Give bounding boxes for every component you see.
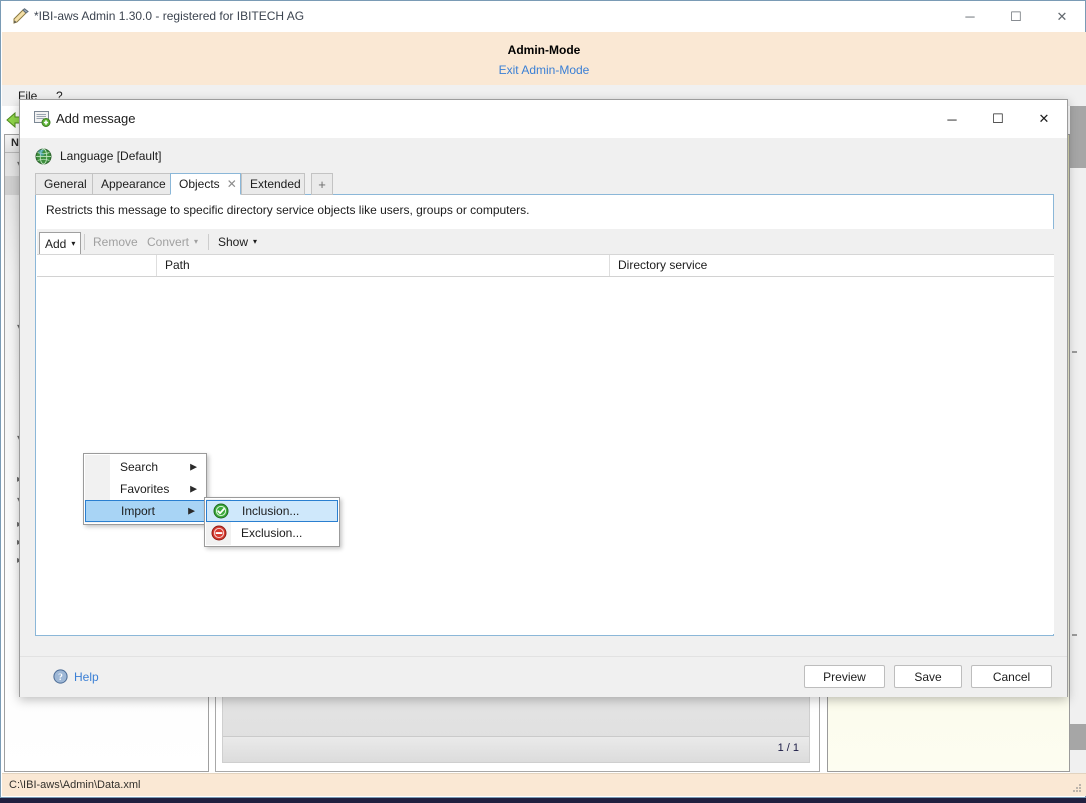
minus-circle-red-icon	[211, 525, 227, 541]
menu-item-label: Import	[121, 504, 156, 518]
convert-button-label: Convert	[147, 235, 190, 249]
scrollbar-thumb[interactable]	[1070, 106, 1086, 168]
statusbar: C:\IBI-aws\Admin\Data.xml	[2, 773, 1086, 796]
page-count-label: 1 / 1	[777, 742, 799, 754]
help-label: Help	[74, 669, 99, 684]
chevron-right-icon: ▶	[190, 461, 197, 472]
objects-list-header: Path Directory service	[37, 255, 1054, 277]
dialog-maximize-button[interactable]: ☐	[975, 100, 1021, 138]
dialog-minimize-button[interactable]: ─	[929, 100, 975, 138]
help-circle-icon: ?	[53, 669, 68, 684]
column-header-path[interactable]: Path	[157, 255, 610, 276]
dialog-tabstrip: General Appearance Objects ✕ Extended +	[35, 173, 1054, 195]
help-link[interactable]: ? Help	[53, 669, 99, 684]
chevron-right-icon: ▶	[188, 505, 195, 516]
scrollbar-tick	[1072, 351, 1077, 353]
preview-button[interactable]: Preview	[804, 665, 885, 688]
add-button[interactable]: Add ▾	[39, 232, 82, 254]
dialog-close-button[interactable]: ✕	[1021, 100, 1067, 138]
scrollbar-tick	[1072, 634, 1077, 636]
statusbar-path: C:\IBI-aws\Admin\Data.xml	[9, 779, 141, 791]
dialog-titlebar: Add message ─ ☐ ✕	[20, 100, 1067, 138]
application-root: *IBI-aws Admin 1.30.0 - registered for I…	[0, 0, 1086, 803]
column-header-icon[interactable]	[37, 255, 157, 276]
add-dropdown-menu: Search ▶ Favorites ▶ Import ▶	[83, 453, 207, 525]
chevron-right-icon: ▶	[190, 483, 197, 494]
menu-item-import[interactable]: Import ▶	[85, 500, 205, 522]
dialog-window-controls: ─ ☐ ✕	[929, 100, 1067, 138]
add-message-dialog: Add message ─ ☐ ✕ Language [Default] Gen…	[19, 99, 1068, 697]
menu-item-favorites[interactable]: Favorites ▶	[84, 478, 206, 500]
language-row[interactable]: Language [Default]	[35, 145, 161, 167]
tab-add-button[interactable]: +	[311, 173, 333, 195]
tab-label: +	[318, 176, 326, 192]
globe-icon	[35, 148, 52, 164]
show-button[interactable]: Show ▾	[213, 232, 262, 252]
save-button[interactable]: Save	[894, 665, 962, 688]
main-titlebar: *IBI-aws Admin 1.30.0 - registered for I…	[1, 1, 1085, 32]
exit-admin-mode-link[interactable]: Exit Admin-Mode	[2, 63, 1086, 77]
svg-text:?: ?	[58, 673, 63, 683]
resize-grip-icon[interactable]	[1070, 781, 1082, 793]
menu-item-label: Inclusion...	[242, 504, 300, 518]
objects-tab-panel: Restricts this message to specific direc…	[35, 195, 1054, 636]
tab-objects[interactable]: Objects ✕	[170, 173, 241, 195]
tab-label: Appearance	[101, 177, 166, 191]
admin-mode-title: Admin-Mode	[507, 43, 581, 57]
toolbar-separator	[84, 234, 85, 250]
main-minimize-button[interactable]: ─	[947, 1, 993, 32]
check-circle-green-icon	[213, 503, 229, 519]
menu-item-label: Search	[120, 460, 159, 474]
background-preview-footer: 1 / 1	[223, 736, 809, 762]
remove-button[interactable]: Remove	[88, 232, 143, 252]
objects-toolbar: Add ▾ Remove Convert ▾ Show ▾	[37, 229, 1054, 255]
chevron-down-icon: ▾	[253, 237, 258, 246]
add-button-label: Add	[45, 236, 67, 251]
chevron-down-icon: ▾	[194, 237, 199, 246]
show-button-label: Show	[218, 235, 249, 249]
main-close-button[interactable]: ✕	[1039, 1, 1085, 32]
admin-mode-banner: Admin-Mode Exit Admin-Mode	[2, 32, 1086, 85]
import-submenu: Inclusion... Exclusion...	[204, 497, 340, 547]
language-label: Language [Default]	[60, 149, 162, 163]
menu-item-label: Exclusion...	[241, 526, 303, 540]
tab-label: General	[44, 177, 87, 191]
dialog-body: Language [Default] General Appearance Ob…	[20, 138, 1067, 697]
panel-description: Restricts this message to specific direc…	[46, 203, 530, 217]
scrollbar-thumb-lower[interactable]	[1070, 724, 1086, 750]
dialog-footer-divider	[20, 656, 1067, 657]
tab-label: Objects	[179, 177, 220, 191]
menu-item-inclusion[interactable]: Inclusion...	[206, 500, 338, 522]
background-vertical-scrollbar[interactable]	[1070, 106, 1086, 776]
message-add-icon	[34, 111, 51, 127]
chevron-down-icon: ▾	[71, 238, 76, 248]
main-window-title: *IBI-aws Admin 1.30.0 - registered for I…	[34, 9, 305, 23]
tab-general[interactable]: General	[35, 173, 93, 195]
dialog-title: Add message	[56, 111, 136, 126]
toolbar-separator	[208, 234, 209, 250]
menu-item-search[interactable]: Search ▶	[84, 456, 206, 478]
remove-button-label: Remove	[93, 235, 138, 249]
tab-extended[interactable]: Extended	[241, 173, 305, 195]
convert-button[interactable]: Convert ▾	[142, 232, 203, 252]
tab-close-icon[interactable]: ✕	[227, 178, 237, 190]
menu-item-label: Favorites	[120, 482, 170, 496]
tab-appearance[interactable]: Appearance	[92, 173, 171, 195]
main-window-controls: ─ ☐ ✕	[947, 1, 1085, 32]
main-maximize-button[interactable]: ☐	[993, 1, 1039, 32]
column-header-directory-service[interactable]: Directory service	[610, 255, 1054, 276]
pen-icon	[13, 8, 29, 24]
tab-label: Extended	[250, 177, 301, 191]
cancel-button[interactable]: Cancel	[971, 665, 1052, 688]
menu-item-exclusion[interactable]: Exclusion...	[205, 522, 339, 544]
